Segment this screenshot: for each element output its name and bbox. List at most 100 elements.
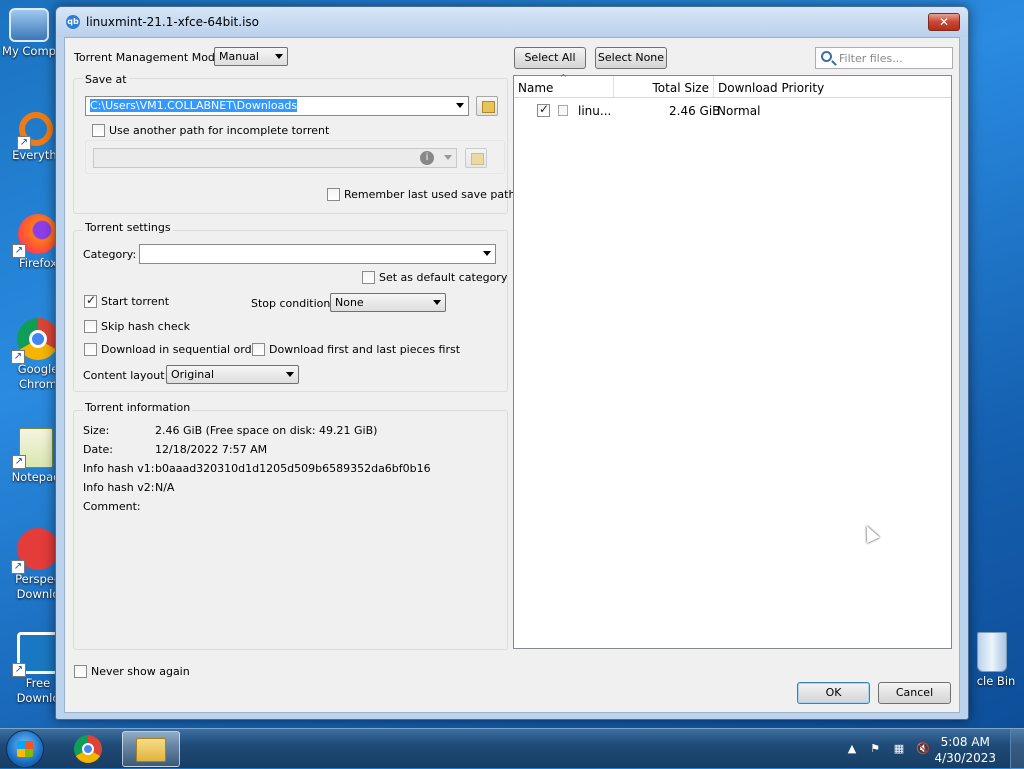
file-size: 2.46 GiB [669,104,721,118]
sequential-download-checkbox[interactable] [84,343,97,356]
date-value: 12/18/2022 7:57 AM [155,443,268,456]
chrome-icon: ↗ [11,318,59,364]
remember-path-checkbox[interactable] [327,188,340,201]
clock-date: 4/30/2023 [934,751,996,765]
file-name: linu... [578,104,612,118]
content-layout-select[interactable]: Original [166,365,299,384]
file-priority: Normal [717,104,761,118]
size-label: Size: [83,424,110,437]
never-show-again-label: Never show again [91,665,190,678]
chrome-icon [74,735,102,763]
column-name-label: Name [518,81,554,95]
firefox-icon: ↗ [12,214,58,258]
everything-icon: ↗ [17,112,53,150]
file-row-checkbox[interactable] [537,102,550,117]
filter-files-placeholder: Filter files... [839,52,903,65]
show-desktop-button[interactable] [1010,729,1024,769]
browse-folder-button[interactable] [476,96,498,116]
first-last-pieces-checkbox[interactable] [252,343,265,356]
use-another-path-checkbox[interactable] [92,124,105,137]
sequential-download-label: Download in sequential order [101,343,263,356]
mgmt-mode-label: Torrent Management Mode: [74,51,226,64]
chevron-down-icon [456,103,464,108]
taskbar-chrome[interactable] [60,731,118,767]
category-combo[interactable] [139,244,496,264]
first-last-pieces-label: Download first and last pieces first [269,343,461,356]
stop-condition-label: Stop condition: [251,297,335,310]
column-priority-label: Download Priority [718,81,825,95]
file-list[interactable]: Name ^ Total Size Download Priority linu… [513,73,952,649]
stop-condition-value: None [335,296,364,309]
file-row[interactable]: linu... 2.46 GiB Normal [514,100,951,120]
shortcut-arrow-icon: ↗ [12,244,26,258]
save-path-combo[interactable]: C:\Users\VM1.COLLABNET\Downloads [85,96,469,116]
start-torrent-label: Start torrent [101,295,170,308]
search-icon [821,51,832,62]
content-layout-value: Original [171,368,215,381]
start-torrent-checkbox[interactable] [84,293,97,308]
remember-path-label: Remember last used save path [344,188,516,201]
column-total-size-label: Total Size [652,81,709,95]
torrent-info-title: Torrent information [83,401,193,414]
recycle-bin-icon [977,632,1007,672]
never-show-again-checkbox[interactable] [74,665,87,678]
chrome-center [29,330,47,348]
info-hash-v1-value: b0aaad320310d1d1205d509b6589352da6bf0b16 [155,462,431,475]
action-center-icon[interactable]: ⚑ [868,742,882,756]
desktop-icon-label: cle Bin [976,674,1016,688]
torrent-settings-title: Torrent settings [83,221,173,234]
stop-condition-select[interactable]: None [330,293,446,312]
torrent-info-group [73,410,508,650]
column-header-total-size[interactable]: Total Size [614,76,714,98]
skip-hash-checkbox[interactable] [84,320,97,333]
incomplete-path-combo: i [93,148,457,168]
column-header-priority[interactable]: Download Priority [714,76,951,98]
size-value: 2.46 GiB (Free space on disk: 49.21 GiB) [155,424,378,437]
cancel-button[interactable]: Cancel [878,682,951,704]
select-none-button[interactable]: Select None [595,47,667,69]
dialog-client-area: Torrent Management Mode: Manual Save at … [64,37,960,713]
show-hidden-icons-icon[interactable]: ▲ [845,742,859,756]
shortcut-arrow-icon: ↗ [12,663,26,677]
info-hash-v2-value: N/A [155,481,175,494]
comment-label: Comment: [83,500,141,513]
dialog-titlebar[interactable]: qb linuxmint-21.1-xfce-64bit.iso ✕ [56,7,968,37]
clock[interactable]: 5:08 AM 4/30/2023 [934,734,996,766]
chevron-down-icon [286,372,294,377]
info-hash-v2-label: Info hash v2: [83,481,155,494]
chrome-center [82,743,94,755]
clock-time: 5:08 AM [940,735,990,749]
save-path-value: C:\Users\VM1.COLLABNET\Downloads [90,99,298,112]
category-label: Category: [83,248,137,261]
skip-hash-label: Skip hash check [101,320,191,333]
shortcut-arrow-icon: ↗ [11,560,25,574]
set-default-category-checkbox[interactable] [362,271,375,284]
select-all-button[interactable]: Select All [514,47,586,69]
file-icon [558,105,568,116]
network-icon[interactable]: ▦ [892,742,906,756]
chevron-down-icon [275,54,283,59]
mgmt-mode-select[interactable]: Manual [214,47,288,66]
taskbar-explorer[interactable] [122,731,180,767]
info-icon: i [420,151,434,165]
folder-icon [136,738,166,762]
use-another-path-label: Use another path for incomplete torrent [109,124,330,137]
filter-files-input[interactable]: Filter files... [815,47,953,69]
ok-button[interactable]: OK [797,682,870,704]
shortcut-arrow-icon: ↗ [11,350,25,364]
desktop-icon-computer[interactable]: My Comp [0,8,58,59]
content-layout-label: Content layout: [83,369,169,382]
column-header-name[interactable]: Name ^ [514,73,614,98]
mgmt-mode-value: Manual [219,50,259,63]
info-hash-v1-label: Info hash v1: [83,462,155,475]
set-default-category-label: Set as default category [379,271,508,284]
shortcut-arrow-icon: ↗ [12,455,26,469]
desktop-icon-recycle-bin[interactable]: cle Bin [962,632,1022,689]
sort-up-icon: ^ [560,73,567,82]
desktop-icon-label: My Comp [2,44,56,58]
close-button[interactable]: ✕ [928,13,960,31]
volume-icon[interactable]: 🔇 [916,742,930,756]
chevron-down-icon [444,155,452,160]
start-button[interactable] [6,730,44,768]
computer-icon [9,8,49,42]
